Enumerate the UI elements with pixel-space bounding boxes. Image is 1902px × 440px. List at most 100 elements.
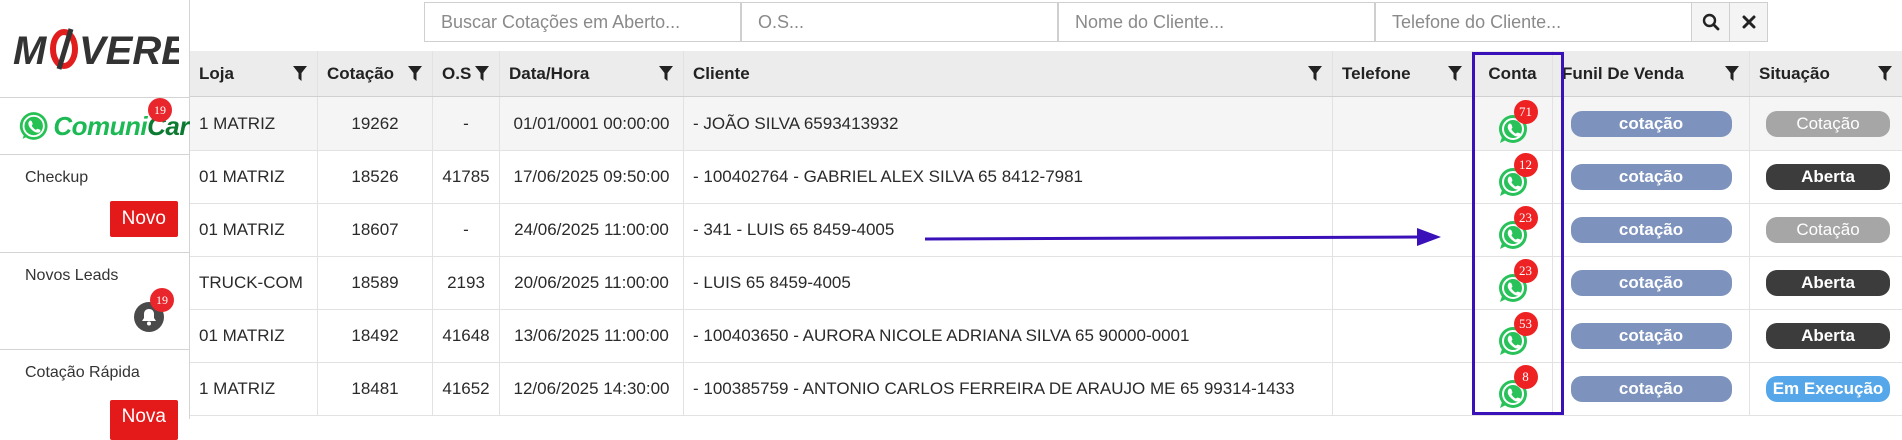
funil-badge[interactable]: cotação: [1570, 110, 1732, 137]
cell-cotacao: 18589: [318, 256, 433, 309]
table-row[interactable]: 1 MATRIZ 18481 41652 12/06/2025 14:30:00 - 1…: [190, 362, 1902, 416]
cell-os: 41652: [433, 362, 500, 415]
annotation-arrow: [924, 228, 1441, 246]
cell-loja-text: 1 MATRIZ: [199, 378, 276, 398]
cell-datahora-text: 13/06/2025 11:00:00: [514, 325, 669, 345]
funil-badge[interactable]: cotação: [1570, 375, 1732, 402]
cell-conta[interactable]: 23: [1473, 256, 1553, 309]
cell-situacao: Em Execução: [1750, 362, 1902, 415]
cell-telefone: [1333, 309, 1473, 362]
sidebar-item-novos-leads[interactable]: Novos Leads 19: [0, 253, 189, 350]
message-count-badge: 53: [1513, 311, 1538, 336]
cell-conta[interactable]: 8: [1473, 362, 1553, 415]
cell-os: 41648: [433, 309, 500, 362]
cell-cotacao: 18526: [318, 150, 433, 203]
message-count-badge: 71: [1513, 99, 1538, 124]
cell-loja: 1 MATRIZ: [190, 362, 318, 415]
cell-os: 2193: [433, 256, 500, 309]
filter-icon[interactable]: [1308, 65, 1322, 82]
cell-datahora-text: 01/01/0001 00:00:00: [513, 113, 670, 133]
cell-loja: 01 MATRIZ: [190, 150, 318, 203]
cell-funil: cotação: [1553, 203, 1750, 256]
svg-text:M: M: [13, 29, 48, 73]
table-row[interactable]: 1 MATRIZ 19262 - 01/01/0001 00:00:00 - JOÃO …: [190, 97, 1902, 151]
col-telefone[interactable]: Telefone: [1333, 51, 1473, 96]
whatsapp-icon[interactable]: 23: [1496, 258, 1538, 305]
cell-telefone: [1333, 150, 1473, 203]
cell-loja-text: 01 MATRIZ: [199, 219, 285, 239]
search-bar: [424, 2, 1768, 44]
table-row[interactable]: TRUCK-COM 18589 2193 20/06/2025 11:00:00 - L…: [190, 256, 1902, 310]
cell-loja-text: 01 MATRIZ: [199, 166, 285, 186]
col-situacao[interactable]: Situação: [1750, 51, 1902, 96]
filter-icon[interactable]: [659, 65, 673, 82]
search-button[interactable]: [1692, 2, 1730, 42]
clear-button[interactable]: [1730, 2, 1768, 42]
sidebar-item-cotacao-rapida: Cotação Rápida Nova: [0, 350, 189, 440]
cell-cliente: - 100402764 - GABRIEL ALEX SILVA 65 8412…: [684, 150, 1333, 203]
cell-funil: cotação: [1553, 256, 1750, 309]
filter-icon[interactable]: [1725, 65, 1739, 82]
status-badge: Aberta: [1766, 269, 1890, 296]
cell-funil: cotação: [1553, 150, 1750, 203]
checkup-novo-button[interactable]: Novo: [109, 201, 178, 237]
col-conta[interactable]: Conta: [1473, 51, 1553, 96]
cell-loja-text: TRUCK-COM: [199, 272, 303, 292]
filter-icon[interactable]: [1878, 65, 1892, 82]
cell-telefone: [1333, 256, 1473, 309]
cell-situacao: Aberta: [1750, 150, 1902, 203]
cell-os: 41785: [433, 150, 500, 203]
col-cliente[interactable]: Cliente: [684, 51, 1333, 96]
col-os-label: O.S: [442, 63, 472, 83]
cell-loja: 01 MATRIZ: [190, 203, 318, 256]
sidebar: M VERE ComuniCar 19 Checkup Novo Novos L…: [0, 0, 190, 440]
funil-badge[interactable]: cotação: [1570, 216, 1732, 243]
col-datahora[interactable]: Data/Hora: [500, 51, 684, 96]
search-client-name-input[interactable]: [1058, 2, 1375, 42]
whatsapp-icon[interactable]: 71: [1496, 99, 1538, 146]
funil-badge[interactable]: cotação: [1570, 322, 1732, 349]
cell-datahora: 12/06/2025 14:30:00: [500, 362, 684, 415]
whatsapp-icon[interactable]: 8: [1496, 364, 1538, 411]
col-cotacao[interactable]: Cotação: [318, 51, 433, 96]
cell-cotacao-text: 18526: [351, 166, 399, 186]
col-os[interactable]: O.S: [433, 51, 500, 96]
filter-icon[interactable]: [1448, 65, 1462, 82]
novos-leads-badge: 19: [150, 288, 174, 312]
cell-datahora: 13/06/2025 11:00:00: [500, 309, 684, 362]
filter-icon[interactable]: [408, 65, 422, 82]
col-loja[interactable]: Loja: [190, 51, 318, 96]
table-row[interactable]: 01 MATRIZ 18526 41785 17/06/2025 09:50:00 - …: [190, 150, 1902, 204]
search-os-input[interactable]: [741, 2, 1058, 42]
cell-datahora: 01/01/0001 00:00:00: [500, 97, 684, 150]
table-row[interactable]: 01 MATRIZ 18492 41648 13/06/2025 11:00:00 - …: [190, 309, 1902, 363]
message-count-badge: 8: [1513, 364, 1538, 389]
whatsapp-icon[interactable]: 23: [1496, 205, 1538, 252]
cell-os-text: 41652: [442, 378, 490, 398]
cell-conta[interactable]: 53: [1473, 309, 1553, 362]
cell-conta[interactable]: 23: [1473, 203, 1553, 256]
cell-cliente-text: - JOÃO SILVA 6593413932: [693, 113, 899, 133]
whatsapp-icon[interactable]: 53: [1496, 311, 1538, 358]
search-client-phone-input[interactable]: [1375, 2, 1692, 42]
cell-cliente-text: - 100403650 - AURORA NICOLE ADRIANA SILV…: [693, 325, 1190, 345]
search-open-quotes-input[interactable]: [424, 2, 741, 42]
cell-os-text: 2193: [447, 272, 485, 292]
filter-icon[interactable]: [293, 65, 307, 82]
cell-os-text: -: [463, 113, 469, 133]
cell-cliente-text: - 100385759 - ANTONIO CARLOS FERREIRA DE…: [693, 378, 1295, 398]
sidebar-item-checkup: Checkup Novo: [0, 155, 189, 253]
funil-badge[interactable]: cotação: [1570, 163, 1732, 190]
whatsapp-icon: [19, 112, 48, 140]
movere-logo[interactable]: M VERE: [0, 0, 189, 98]
cell-conta[interactable]: 71: [1473, 97, 1553, 150]
cotacao-rapida-nova-button[interactable]: Nova: [109, 400, 178, 440]
cell-situacao: Cotação: [1750, 203, 1902, 256]
col-funil[interactable]: Funil De Venda: [1553, 51, 1750, 96]
filter-icon[interactable]: [475, 65, 489, 82]
whatsapp-icon[interactable]: 12: [1496, 152, 1538, 199]
comunicar-link[interactable]: ComuniCar 19: [0, 98, 189, 155]
cell-cotacao-text: 18492: [351, 325, 399, 345]
funil-badge[interactable]: cotação: [1570, 269, 1732, 296]
cell-conta[interactable]: 12: [1473, 150, 1553, 203]
